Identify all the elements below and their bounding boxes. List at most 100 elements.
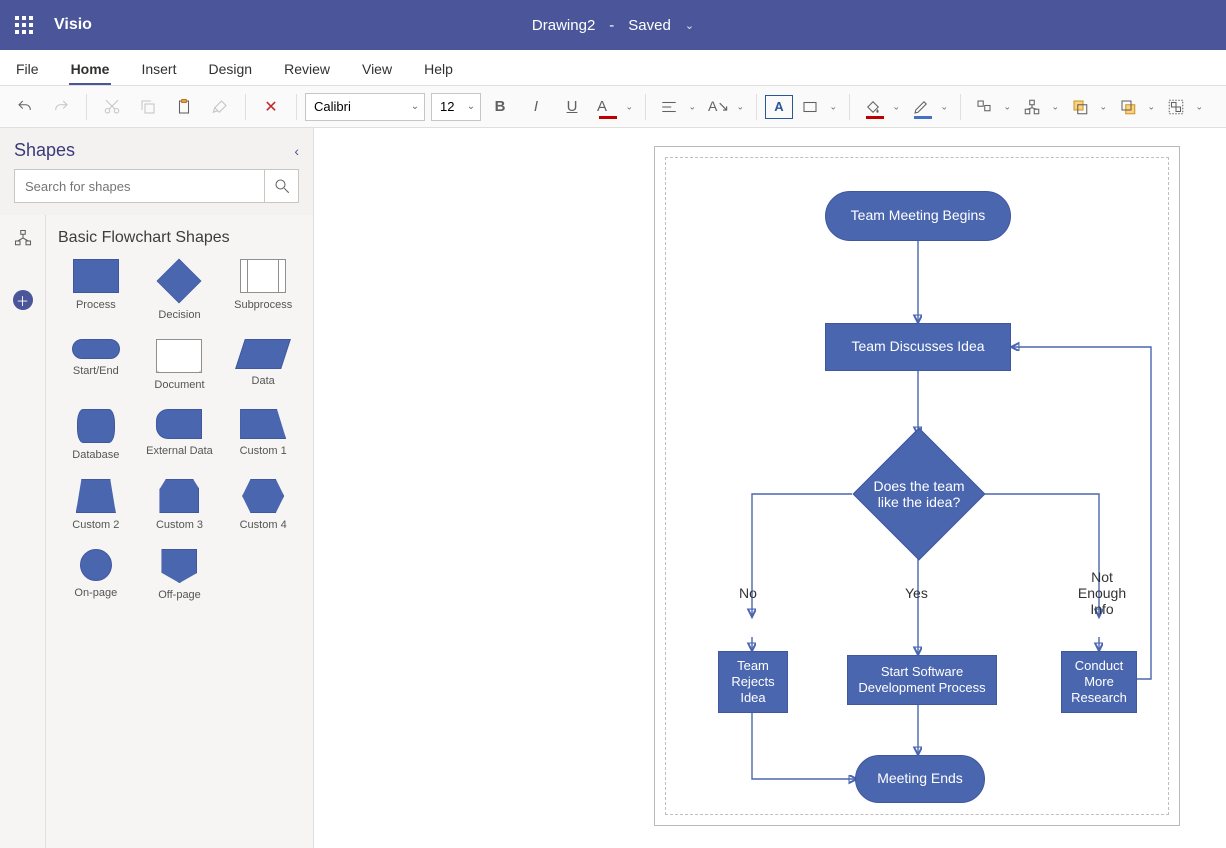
node-discuss[interactable]: Team Discusses Idea: [825, 323, 1011, 371]
label-no: No: [739, 585, 757, 601]
shapes-search-input[interactable]: [15, 179, 264, 194]
shape-external-data[interactable]: External Data: [140, 409, 220, 461]
paste-button[interactable]: [167, 90, 201, 124]
underline-button[interactable]: U: [555, 90, 589, 124]
align-button[interactable]: ⌄: [654, 90, 700, 124]
underline-icon: U: [567, 98, 578, 115]
external-data-icon: [156, 409, 202, 439]
undo-icon: [16, 98, 34, 116]
chevron-down-icon: ⌄: [1147, 101, 1155, 112]
tab-insert[interactable]: Insert: [139, 55, 178, 85]
document-name: Drawing2: [532, 17, 595, 34]
chevron-down-icon: ⌄: [892, 101, 900, 112]
node-end[interactable]: Meeting Ends: [855, 755, 985, 803]
position-button[interactable]: ⌄: [1017, 90, 1063, 124]
document-icon: [156, 339, 202, 373]
document-title-area[interactable]: Drawing2 - Saved ⌄: [532, 17, 694, 34]
stencil-tree-button[interactable]: [10, 225, 36, 251]
shape-data[interactable]: Data: [223, 339, 303, 391]
stencil-rail: ＋: [0, 215, 46, 848]
delete-button[interactable]: ✕: [254, 90, 288, 124]
node-start[interactable]: Team Meeting Begins: [825, 191, 1011, 241]
bucket-icon: [864, 98, 882, 116]
font-name-select[interactable]: ⌄: [305, 93, 425, 121]
group-button[interactable]: ⌄: [1161, 90, 1207, 124]
tab-help[interactable]: Help: [422, 55, 455, 85]
label-yes: Yes: [905, 585, 928, 601]
text-direction-button[interactable]: A↘ ⌄: [702, 90, 748, 124]
separator: [86, 94, 87, 120]
custom1-icon: [240, 409, 286, 439]
italic-button[interactable]: I: [519, 90, 553, 124]
text-direction-icon: A↘: [708, 98, 729, 115]
canvas[interactable]: Team Meeting Begins Team Discusses Idea …: [314, 128, 1226, 848]
position-icon: [1023, 98, 1041, 116]
tab-home[interactable]: Home: [69, 55, 112, 85]
shape-process[interactable]: Process: [56, 259, 136, 321]
redo-icon: [52, 98, 70, 116]
bring-front-button[interactable]: ⌄: [1065, 90, 1111, 124]
tab-view[interactable]: View: [360, 55, 394, 85]
bold-button[interactable]: B: [483, 90, 517, 124]
node-research[interactable]: Conduct More Research: [1061, 651, 1137, 713]
line-color-button[interactable]: ⌄: [906, 90, 952, 124]
font-name-input[interactable]: [306, 94, 406, 120]
shape-decision[interactable]: Decision: [140, 259, 220, 321]
font-color-icon: A: [597, 98, 607, 115]
tab-design[interactable]: Design: [206, 55, 254, 85]
title-bar: Visio Drawing2 - Saved ⌄: [0, 0, 1226, 50]
tab-review[interactable]: Review: [282, 55, 332, 85]
undo-button[interactable]: [8, 90, 42, 124]
shapes-search-box[interactable]: [14, 169, 265, 203]
font-size-input[interactable]: [432, 94, 462, 120]
shape-fill-button[interactable]: ⌄: [858, 90, 904, 124]
shapes-search-button[interactable]: [265, 169, 299, 203]
redo-button[interactable]: [44, 90, 78, 124]
font-size-select[interactable]: ⌄: [431, 93, 481, 121]
shape-off-page[interactable]: Off-page: [140, 549, 220, 601]
chevron-down-icon: ⌄: [406, 101, 424, 112]
stencil-basic-flowchart: Basic Flowchart Shapes Process Decision …: [46, 215, 313, 848]
chevron-down-icon: ⌄: [1195, 101, 1203, 112]
waffle-icon: [15, 16, 33, 34]
stencil-title: Basic Flowchart Shapes: [58, 229, 301, 247]
font-color-button[interactable]: A ⌄: [591, 90, 637, 124]
hierarchy-icon: [14, 229, 32, 247]
main-area: Shapes ‹ ＋ Basic Flowcha: [0, 128, 1226, 848]
cut-button[interactable]: [95, 90, 129, 124]
tab-file[interactable]: File: [14, 55, 41, 85]
shape-database[interactable]: Database: [56, 409, 136, 461]
chevron-down-icon: ⌄: [462, 101, 480, 112]
node-develop[interactable]: Start Software Development Process: [847, 655, 997, 705]
fill-color-swatch: [866, 116, 884, 119]
shape-on-page[interactable]: On-page: [56, 549, 136, 601]
shape-start-end[interactable]: Start/End: [56, 339, 136, 391]
format-painter-button[interactable]: [203, 90, 237, 124]
send-back-button[interactable]: ⌄: [1113, 90, 1159, 124]
text-tool-button[interactable]: A: [765, 95, 793, 119]
chevron-left-icon: ‹: [294, 143, 299, 159]
subprocess-icon: [240, 259, 286, 293]
chevron-down-icon: ⌄: [688, 101, 696, 112]
onpage-icon: [80, 549, 112, 581]
add-stencil-button[interactable]: ＋: [10, 287, 36, 313]
collapse-panel-button[interactable]: ‹: [294, 143, 299, 159]
node-reject[interactable]: Team Rejects Idea: [718, 651, 788, 713]
rectangle-tool-button[interactable]: ⌄: [795, 90, 841, 124]
send-back-icon: [1119, 98, 1137, 116]
shape-custom-3[interactable]: Custom 3: [140, 479, 220, 531]
shape-document[interactable]: Document: [140, 339, 220, 391]
group-icon: [1167, 98, 1185, 116]
drawing-page[interactable]: Team Meeting Begins Team Discusses Idea …: [654, 146, 1180, 826]
shape-custom-4[interactable]: Custom 4: [223, 479, 303, 531]
shape-custom-2[interactable]: Custom 2: [56, 479, 136, 531]
copy-button[interactable]: [131, 90, 165, 124]
align-shapes-button[interactable]: ⌄: [969, 90, 1015, 124]
bring-front-icon: [1071, 98, 1089, 116]
app-launcher-button[interactable]: [0, 0, 48, 50]
copy-icon: [139, 98, 157, 116]
shape-custom-1[interactable]: Custom 1: [223, 409, 303, 461]
separator: [245, 94, 246, 120]
startend-icon: [72, 339, 120, 359]
shape-subprocess[interactable]: Subprocess: [223, 259, 303, 321]
